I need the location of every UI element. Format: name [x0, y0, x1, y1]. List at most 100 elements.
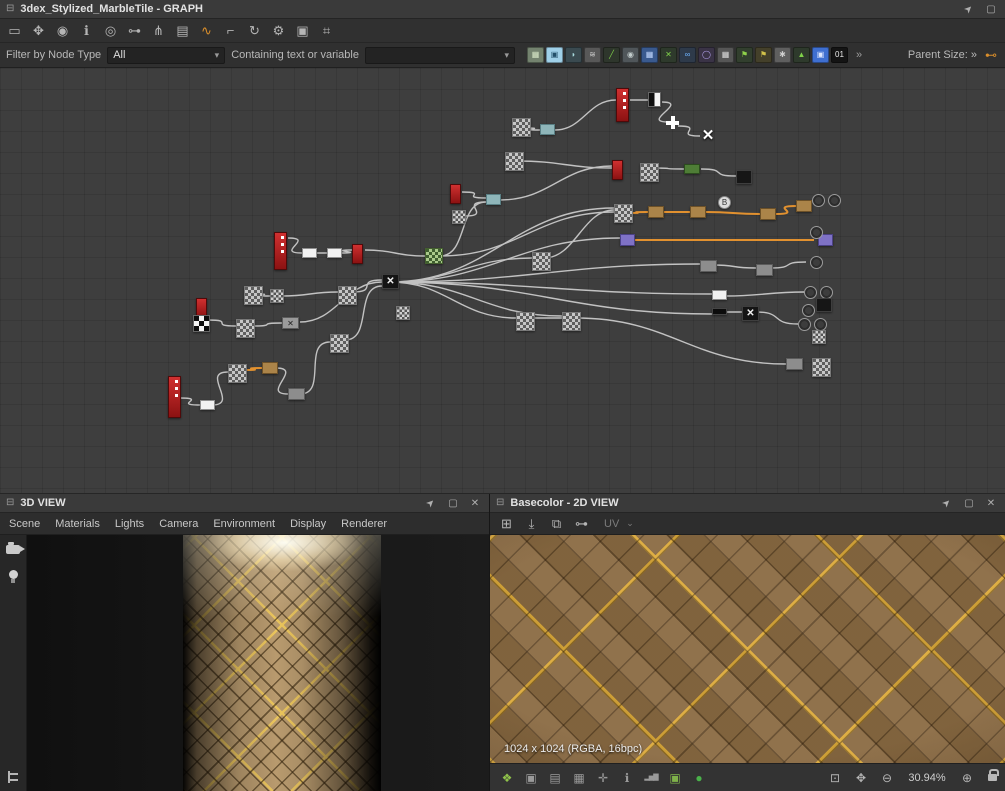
filter-blend-icon[interactable]: ◗ — [565, 47, 582, 63]
graph-node-dark[interactable] — [816, 298, 832, 312]
graph-node-out[interactable] — [828, 194, 841, 207]
camera-icon[interactable] — [6, 545, 20, 554]
new-view-icon[interactable]: ⊞ — [496, 514, 517, 534]
grid-icon[interactable]: ▦ — [570, 769, 588, 787]
pin-icon[interactable]: ➤ — [959, 0, 978, 19]
graph-node-white[interactable] — [327, 248, 342, 258]
filter-flag-green-icon[interactable]: ⚑ — [736, 47, 753, 63]
light-icon[interactable] — [9, 570, 18, 579]
graph-node-noise2[interactable] — [452, 210, 466, 224]
filter-cross-icon[interactable]: ✕ — [660, 47, 677, 63]
zoom-in-icon[interactable]: ⊕ — [958, 769, 976, 787]
graph-node-redtall[interactable] — [616, 88, 629, 122]
outline-tree-icon[interactable] — [8, 771, 20, 783]
info-icon[interactable]: ℹ — [618, 769, 636, 787]
filter-square-blue-icon[interactable]: ▣ — [812, 47, 829, 63]
graph-canvas[interactable] — [0, 68, 1005, 493]
graph-node-darkx[interactable] — [382, 274, 399, 289]
graph-node-sq[interactable] — [288, 388, 305, 400]
filter-svg-icon[interactable]: ▣ — [546, 47, 563, 63]
graph-node-out[interactable] — [810, 226, 823, 239]
graph-node-red[interactable] — [450, 184, 461, 204]
maximize-icon[interactable]: ▢ — [445, 498, 461, 509]
elbow-link-icon[interactable]: ⌐ — [220, 21, 241, 41]
graph-node-out[interactable] — [802, 304, 815, 317]
overflow-chevron-icon[interactable]: » — [856, 49, 862, 61]
colorspace-icon[interactable]: ● — [690, 769, 708, 787]
uv-mode-label[interactable]: UV — [604, 518, 619, 530]
node-type-dropdown[interactable]: All ▾ — [107, 47, 225, 64]
graph-node-noise[interactable] — [812, 358, 831, 377]
graph-node-tan[interactable] — [690, 206, 706, 218]
graph-node-noise2[interactable] — [270, 289, 284, 303]
filter-blur-icon[interactable]: ≋ — [584, 47, 601, 63]
graph-node-noise[interactable] — [330, 334, 349, 353]
filter-slope-icon[interactable]: ╱ — [603, 47, 620, 63]
filter-warp-icon[interactable]: ◉ — [622, 47, 639, 63]
graph-node-sq[interactable] — [700, 260, 717, 272]
graph-node-white[interactable] — [712, 290, 727, 300]
snap-grid-icon[interactable]: ⌗ — [316, 21, 337, 41]
menu-environment[interactable]: Environment — [213, 518, 275, 530]
graph-node-red[interactable] — [352, 244, 363, 264]
pin-icon[interactable]: ➤ — [937, 493, 956, 512]
graph-node-tan[interactable] — [760, 208, 776, 220]
graph-node-black[interactable] — [712, 308, 727, 315]
graph-node-dark[interactable] — [736, 170, 752, 184]
graph-node-out[interactable] — [810, 256, 823, 269]
connector-icon[interactable]: ⊷ — [983, 48, 999, 62]
info-icon[interactable]: ℹ — [76, 21, 97, 41]
graph-node-sqx[interactable] — [282, 317, 299, 329]
preview-icon[interactable]: ▣ — [666, 769, 684, 787]
pan-tool-icon[interactable]: ✥ — [28, 21, 49, 41]
graph-node-sq[interactable] — [756, 264, 773, 276]
save-image-icon[interactable]: ⤓ — [521, 514, 542, 534]
highlight-link-icon[interactable]: ∿ — [196, 21, 217, 41]
maximize-icon[interactable]: ▢ — [961, 498, 977, 509]
graph-node-green[interactable] — [684, 164, 700, 174]
create-link-icon[interactable]: ⊶ — [124, 21, 145, 41]
lock-icon[interactable] — [988, 774, 997, 781]
relink-loop-icon[interactable]: ↻ — [244, 21, 265, 41]
zoom-icon[interactable]: ◎ — [100, 21, 121, 41]
image-icon[interactable]: ▤ — [546, 769, 564, 787]
graph-node-red[interactable] — [612, 160, 623, 180]
close-icon[interactable]: ✕ — [983, 498, 999, 509]
channels-icon[interactable]: ❖ — [498, 769, 516, 787]
graph-node-noise[interactable] — [338, 286, 357, 305]
close-icon[interactable]: ✕ — [467, 498, 483, 509]
screenshot-icon[interactable]: ◉ — [52, 21, 73, 41]
zoom-out-icon[interactable]: ⊖ — [878, 769, 896, 787]
filter-link-icon[interactable]: ∞ — [679, 47, 696, 63]
graph-node-noise[interactable] — [505, 152, 524, 171]
copy-image-icon[interactable]: ⧉ — [546, 514, 567, 534]
maximize-icon[interactable]: ▢ — [983, 4, 999, 15]
graph-node-noise2[interactable] — [812, 330, 826, 344]
tools-icon[interactable]: ⚙ — [268, 21, 289, 41]
graph-node-out[interactable] — [812, 194, 825, 207]
graph-node-noise[interactable] — [640, 163, 659, 182]
graph-node-xbig[interactable] — [700, 128, 716, 144]
graph-node-white[interactable] — [302, 248, 317, 258]
view2d-canvas[interactable]: 1024 x 1024 (RGBA, 16bpc) — [490, 535, 1005, 763]
picker-icon[interactable]: ✛ — [594, 769, 612, 787]
graph-node-tan[interactable] — [648, 206, 664, 218]
fit-view-icon[interactable]: ⊡ — [826, 769, 844, 787]
filter-blob-icon[interactable]: ✱ — [774, 47, 791, 63]
filter-grid-icon[interactable]: ▦ — [717, 47, 734, 63]
background-icon[interactable]: ▣ — [522, 769, 540, 787]
graph-node-noise[interactable] — [244, 286, 263, 305]
graph-node-noise[interactable] — [228, 364, 247, 383]
view3d-viewport[interactable] — [27, 535, 489, 791]
menu-renderer[interactable]: Renderer — [341, 518, 387, 530]
parent-size-label[interactable]: Parent Size: » — [908, 49, 977, 61]
graph-node-redtall[interactable] — [168, 376, 181, 418]
filter-flag-yellow-icon[interactable]: ⚑ — [755, 47, 772, 63]
menu-display[interactable]: Display — [290, 518, 326, 530]
frame-view-icon[interactable]: ▣ — [292, 21, 313, 41]
filter-binary-icon[interactable]: 01 — [831, 47, 848, 63]
comment-icon[interactable]: ▤ — [172, 21, 193, 41]
graph-node-noise[interactable] — [516, 312, 535, 331]
link-view-icon[interactable]: ⊶ — [571, 514, 592, 534]
graph-node-teal[interactable] — [540, 124, 555, 135]
